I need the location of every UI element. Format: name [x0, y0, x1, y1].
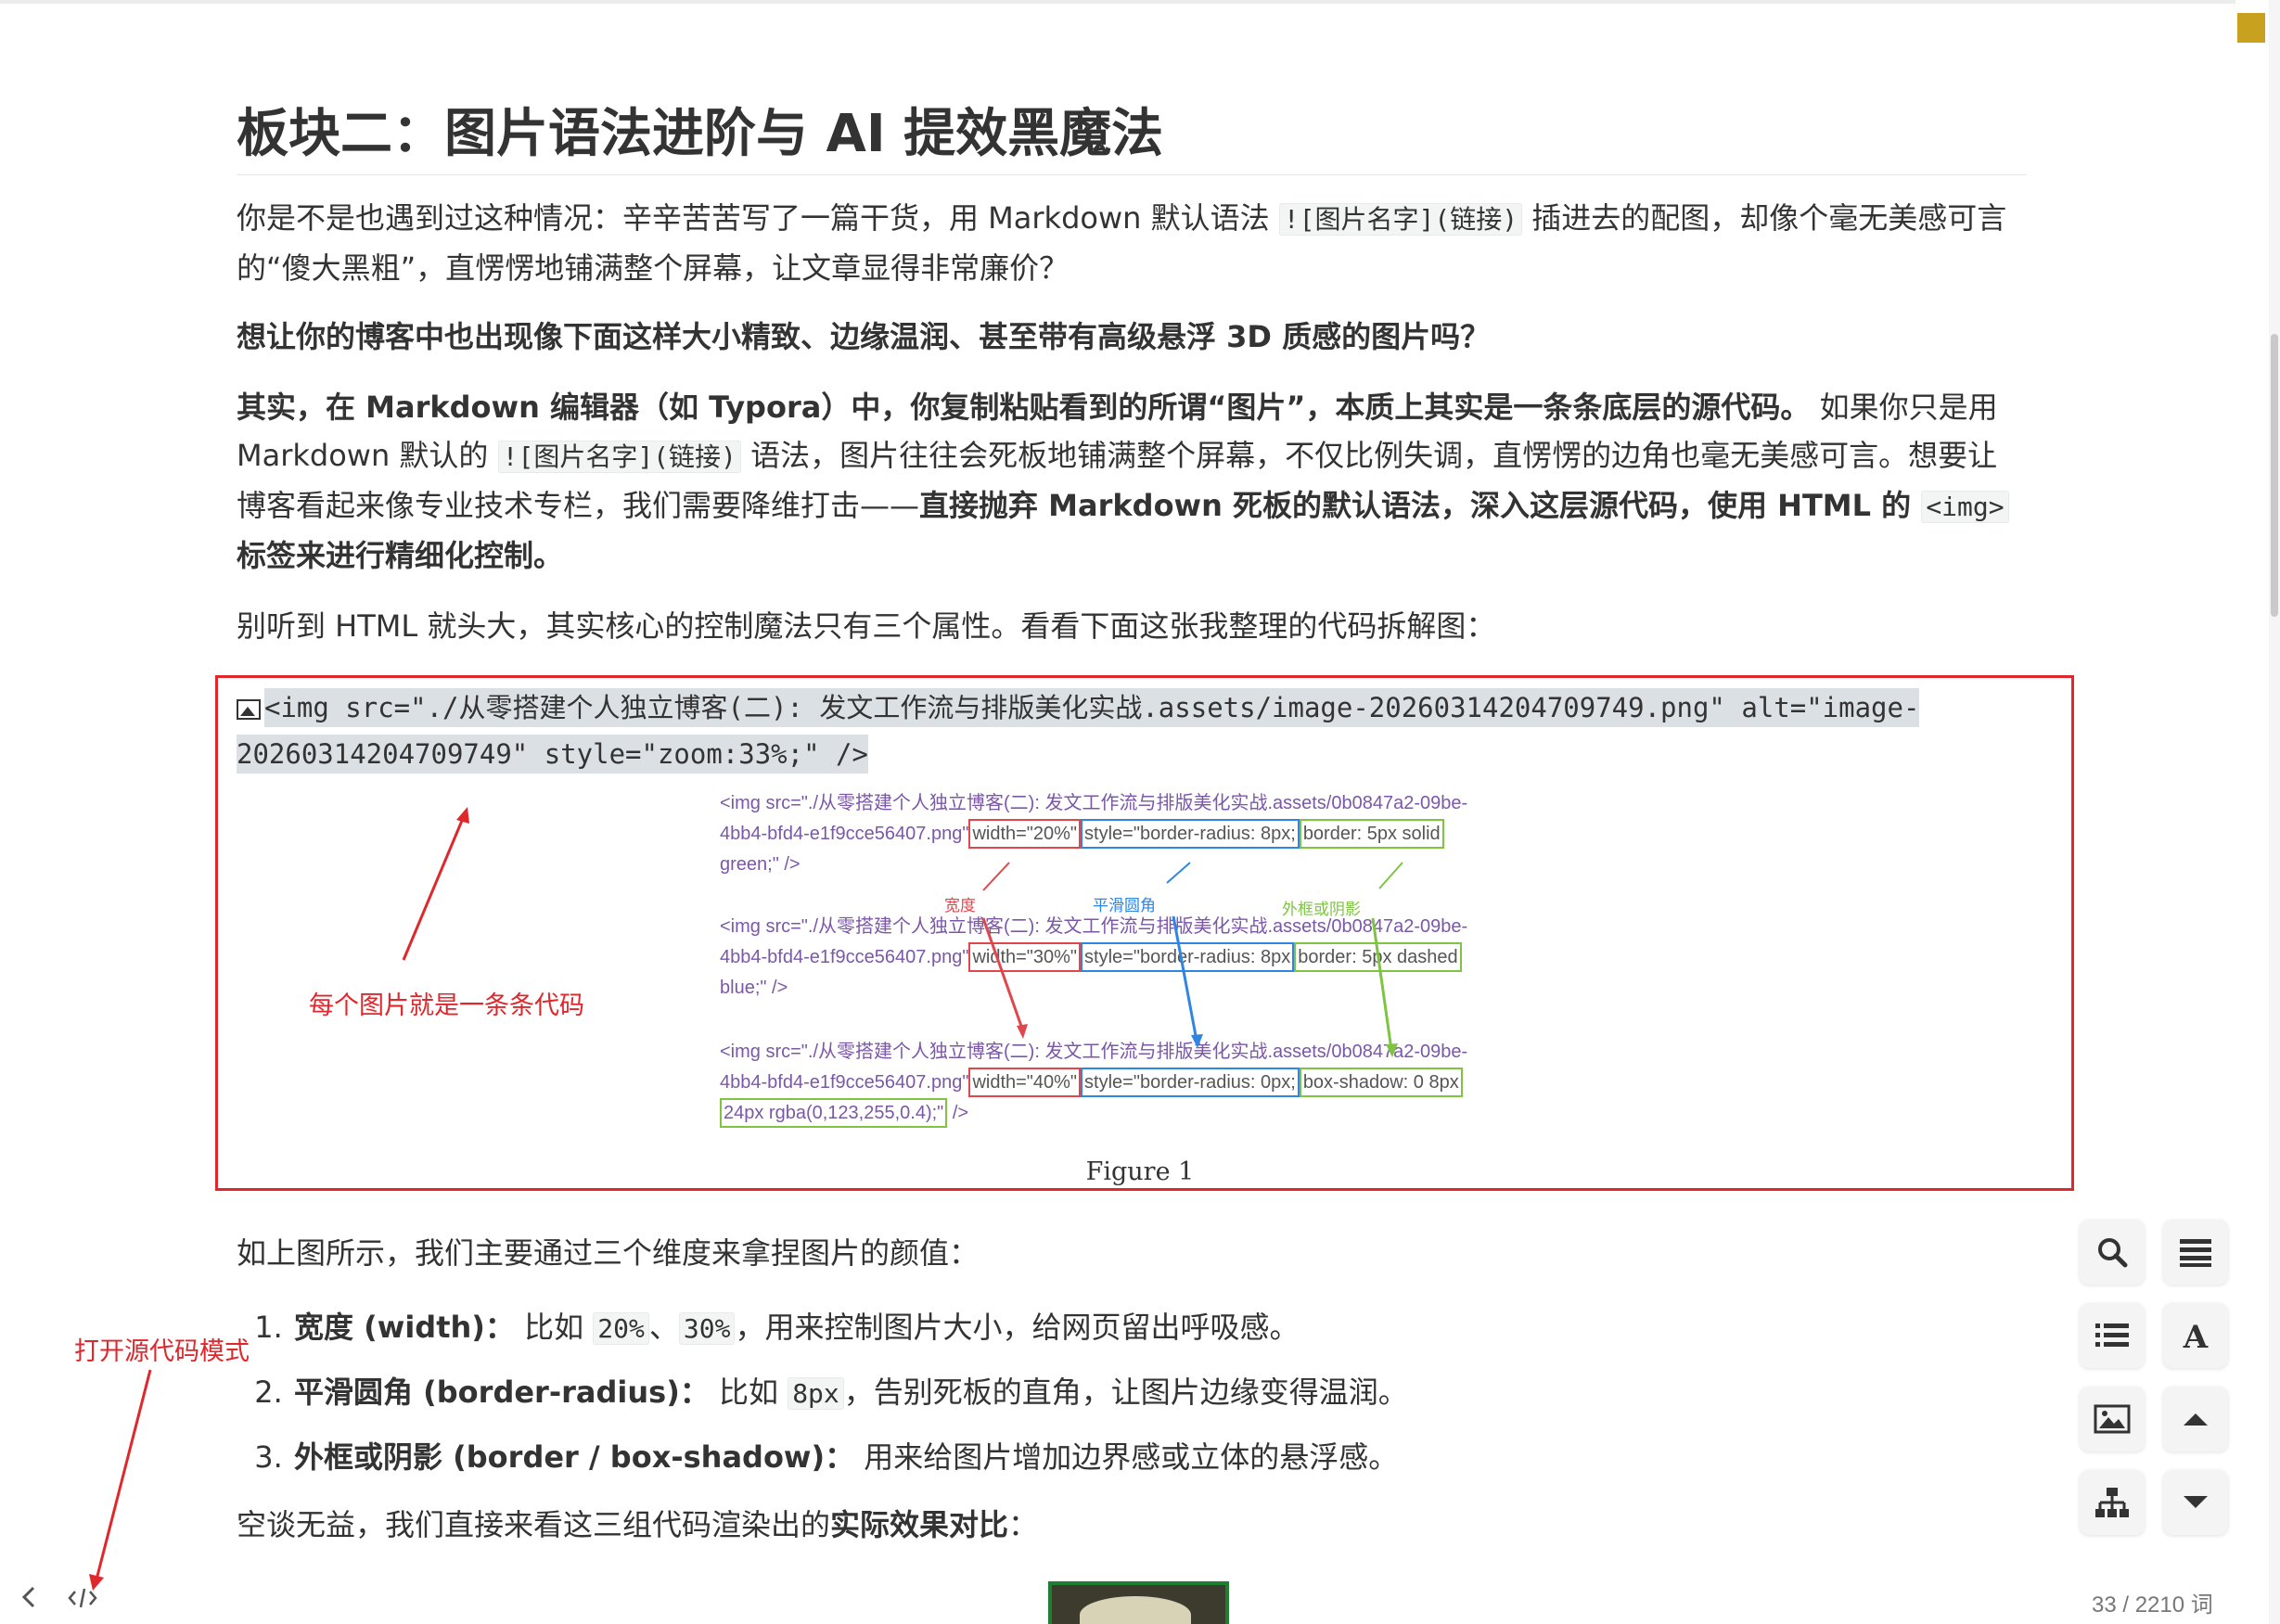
image-icon	[237, 699, 261, 720]
inline-code: ![图片名字](链接)	[497, 441, 741, 473]
text: ，用来控制图片大小，给网页留出呼吸感。	[735, 1310, 1300, 1345]
font-button[interactable]: A	[2163, 1303, 2228, 1368]
scrollbar-thumb[interactable]	[2271, 334, 2278, 617]
source-code-text[interactable]: <img src="./从零搭建个人独立博客(二): 发文工作流与排版美化实战.…	[237, 688, 1920, 774]
file-tree-button[interactable]	[2080, 1470, 2145, 1535]
top-accent-block	[2237, 13, 2265, 43]
svg-text:A: A	[2183, 1319, 2209, 1352]
list-item: 宽度 (width)： 比如 20%、30%，用来控制图片大小，给网页留出呼吸感…	[292, 1296, 2027, 1361]
text: 你是不是也遇到过这种情况：辛辛苦苦写了一篇干货，用 Markdown 默认语法	[237, 200, 1279, 236]
chevron-left-icon[interactable]	[19, 1583, 39, 1618]
list-item: 平滑圆角 (border-radius)： 比如 8px，告别死板的直角，让图片…	[292, 1361, 2027, 1426]
list-icon	[2095, 1323, 2129, 1347]
bold-text: 其实，在 Markdown 编辑器（如 Typora）中，你复制粘贴看到的所谓“…	[237, 390, 1811, 425]
figure-image: <img src="./从零搭建个人独立博客(二): 发文工作流与排版美化实战.…	[705, 788, 1558, 1141]
arrow-up-icon	[2184, 1413, 2208, 1426]
bold-text: 直接抛弃 Markdown 死板的默认语法，深入这层源代码，使用 HTML 的	[919, 488, 1922, 523]
scroll-down-button[interactable]	[2163, 1470, 2228, 1535]
preview-image	[1048, 1581, 1229, 1624]
inline-code: <img>	[1921, 491, 2009, 523]
scroll-up-button[interactable]	[2163, 1387, 2228, 1451]
text: 、	[648, 1310, 679, 1345]
image-icon	[2094, 1404, 2131, 1434]
text: 比如	[514, 1310, 594, 1345]
scrollbar-track[interactable]	[2269, 0, 2280, 1624]
word-count: 33 / 2210 词	[2092, 1592, 2213, 1618]
image-source-code[interactable]: <img src="./从零搭建个人独立博客(二): 发文工作流与排版美化实战.…	[237, 684, 2022, 777]
annotation-arrow-source	[89, 1369, 152, 1591]
document-content-lower[interactable]: 如上图所示，我们主要通过三个维度来拿捏图片的颜值： 宽度 (width)： 比如…	[237, 1229, 2027, 1549]
font-icon: A	[2183, 1319, 2209, 1352]
bold-text: 实际效果对比	[830, 1507, 1009, 1542]
paragraph-summary: 如上图所示，我们主要通过三个维度来拿捏图片的颜值：	[237, 1235, 980, 1271]
paragraph-compare: 空谈无益，我们直接来看这三组代码渲染出的实际效果对比：	[237, 1501, 2027, 1549]
outline-button[interactable]	[2163, 1220, 2228, 1285]
paragraph-intro: 你是不是也遇到过这种情况：辛辛苦苦写了一篇干货，用 Markdown 默认语法 …	[237, 194, 2027, 292]
source-code-icon[interactable]	[67, 1584, 98, 1618]
annotation-arrow-left	[402, 807, 469, 961]
inline-code: 30%	[678, 1312, 736, 1345]
list-button[interactable]	[2080, 1303, 2145, 1368]
text: 比如	[709, 1375, 788, 1410]
text: 空谈无益，我们直接来看这三组代码渲染出的	[237, 1507, 831, 1542]
top-divider	[0, 0, 2235, 4]
paragraph-lead: 别听到 HTML 就头大，其实核心的控制魔法只有三个属性。看看下面这张我整理的代…	[237, 608, 1496, 644]
bold-text: 标签来进行精细化控制。	[237, 538, 564, 573]
annotation-code-note: 每个图片就是一条条代码	[309, 991, 584, 1019]
inline-code: ![图片名字](链接)	[1278, 203, 1523, 236]
figure-caption: Figure 1	[1085, 1157, 1195, 1186]
image-button[interactable]	[2080, 1387, 2145, 1451]
text: ：	[1008, 1507, 1039, 1542]
paragraph-question: 想让你的博客中也出现像下面这样大小精致、边缘温润、甚至带有高级悬浮 3D 质感的…	[237, 319, 1491, 354]
bold-text: 外框或阴影 (border / box-shadow)：	[294, 1439, 855, 1475]
inline-code: 8px	[788, 1377, 844, 1410]
annotation-source-mode: 打开源代码模式	[74, 1337, 250, 1365]
paragraph-explain: 其实，在 Markdown 编辑器（如 Typora）中，你复制粘贴看到的所谓“…	[237, 383, 2027, 580]
figure-arrows	[981, 862, 1403, 1057]
arrow-down-icon	[2184, 1496, 2208, 1508]
outline-icon	[2180, 1239, 2211, 1267]
document-content[interactable]: 板块二：图片语法进阶与 AI 提效黑魔法 你是不是也遇到过这种情况：辛辛苦苦写了…	[237, 102, 2027, 650]
sitemap-icon	[2095, 1488, 2129, 1517]
section-heading: 板块二：图片语法进阶与 AI 提效黑魔法	[237, 102, 2027, 175]
bold-text: 平滑圆角 (border-radius)：	[294, 1375, 710, 1410]
search-icon	[2098, 1238, 2128, 1268]
inline-code: 20%	[593, 1312, 649, 1345]
search-button[interactable]	[2080, 1220, 2145, 1285]
bold-text: 宽度 (width)：	[294, 1310, 515, 1345]
text: ，告别死板的直角，让图片边缘变得温润。	[843, 1375, 1408, 1410]
text: 用来给图片增加边界感或立体的悬浮感。	[854, 1439, 1399, 1475]
dimension-list: 宽度 (width)： 比如 20%、30%，用来控制图片大小，给网页留出呼吸感…	[237, 1296, 2027, 1490]
list-item: 外框或阴影 (border / box-shadow)： 用来给图片增加边界感或…	[292, 1426, 2027, 1490]
